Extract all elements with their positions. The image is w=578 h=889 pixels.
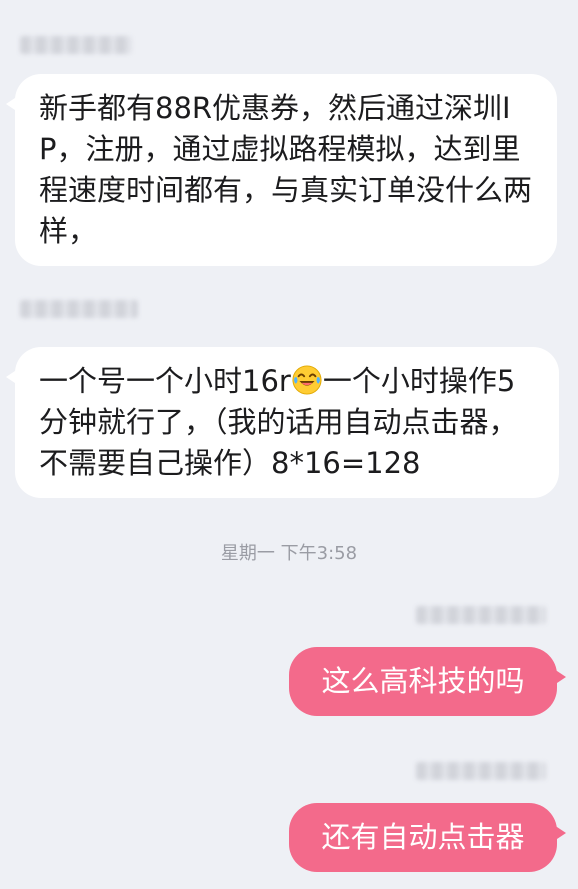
message-bubble-incoming[interactable]: 新手都有88R优惠券，然后通过深圳IP，注册，通过虚拟路程模拟，达到里程速度时间… xyxy=(6,74,557,266)
message-text: 还有自动点击器 xyxy=(321,820,525,854)
timestamp: 星期一 下午3:58 xyxy=(220,543,358,564)
message-text: 一个号一个小时16r xyxy=(39,364,291,398)
message-bubble-outgoing[interactable]: 还有自动点击器 xyxy=(289,803,566,872)
tears-of-joy-emoji-icon xyxy=(292,365,322,395)
sender-name-blurred xyxy=(20,36,132,54)
message-bubble-outgoing[interactable]: 这么高科技的吗 xyxy=(289,647,566,716)
sender-name-blurred xyxy=(20,300,138,318)
sender-name-blurred xyxy=(416,762,546,780)
message-bubble-incoming[interactable]: 一个号一个小时16r 一个小时操作5分钟就行了，（我的话用自动点击器，不需要自己… xyxy=(6,347,559,498)
message-text: 这么高科技的吗 xyxy=(321,664,525,698)
chat-thread[interactable]: 新手都有88R优惠券，然后通过深圳IP，注册，通过虚拟路程模拟，达到里程速度时间… xyxy=(0,0,578,889)
sender-name-blurred xyxy=(416,606,546,624)
message-text: 新手都有88R优惠券，然后通过深圳IP，注册，通过虚拟路程模拟，达到里程速度时间… xyxy=(39,91,533,248)
